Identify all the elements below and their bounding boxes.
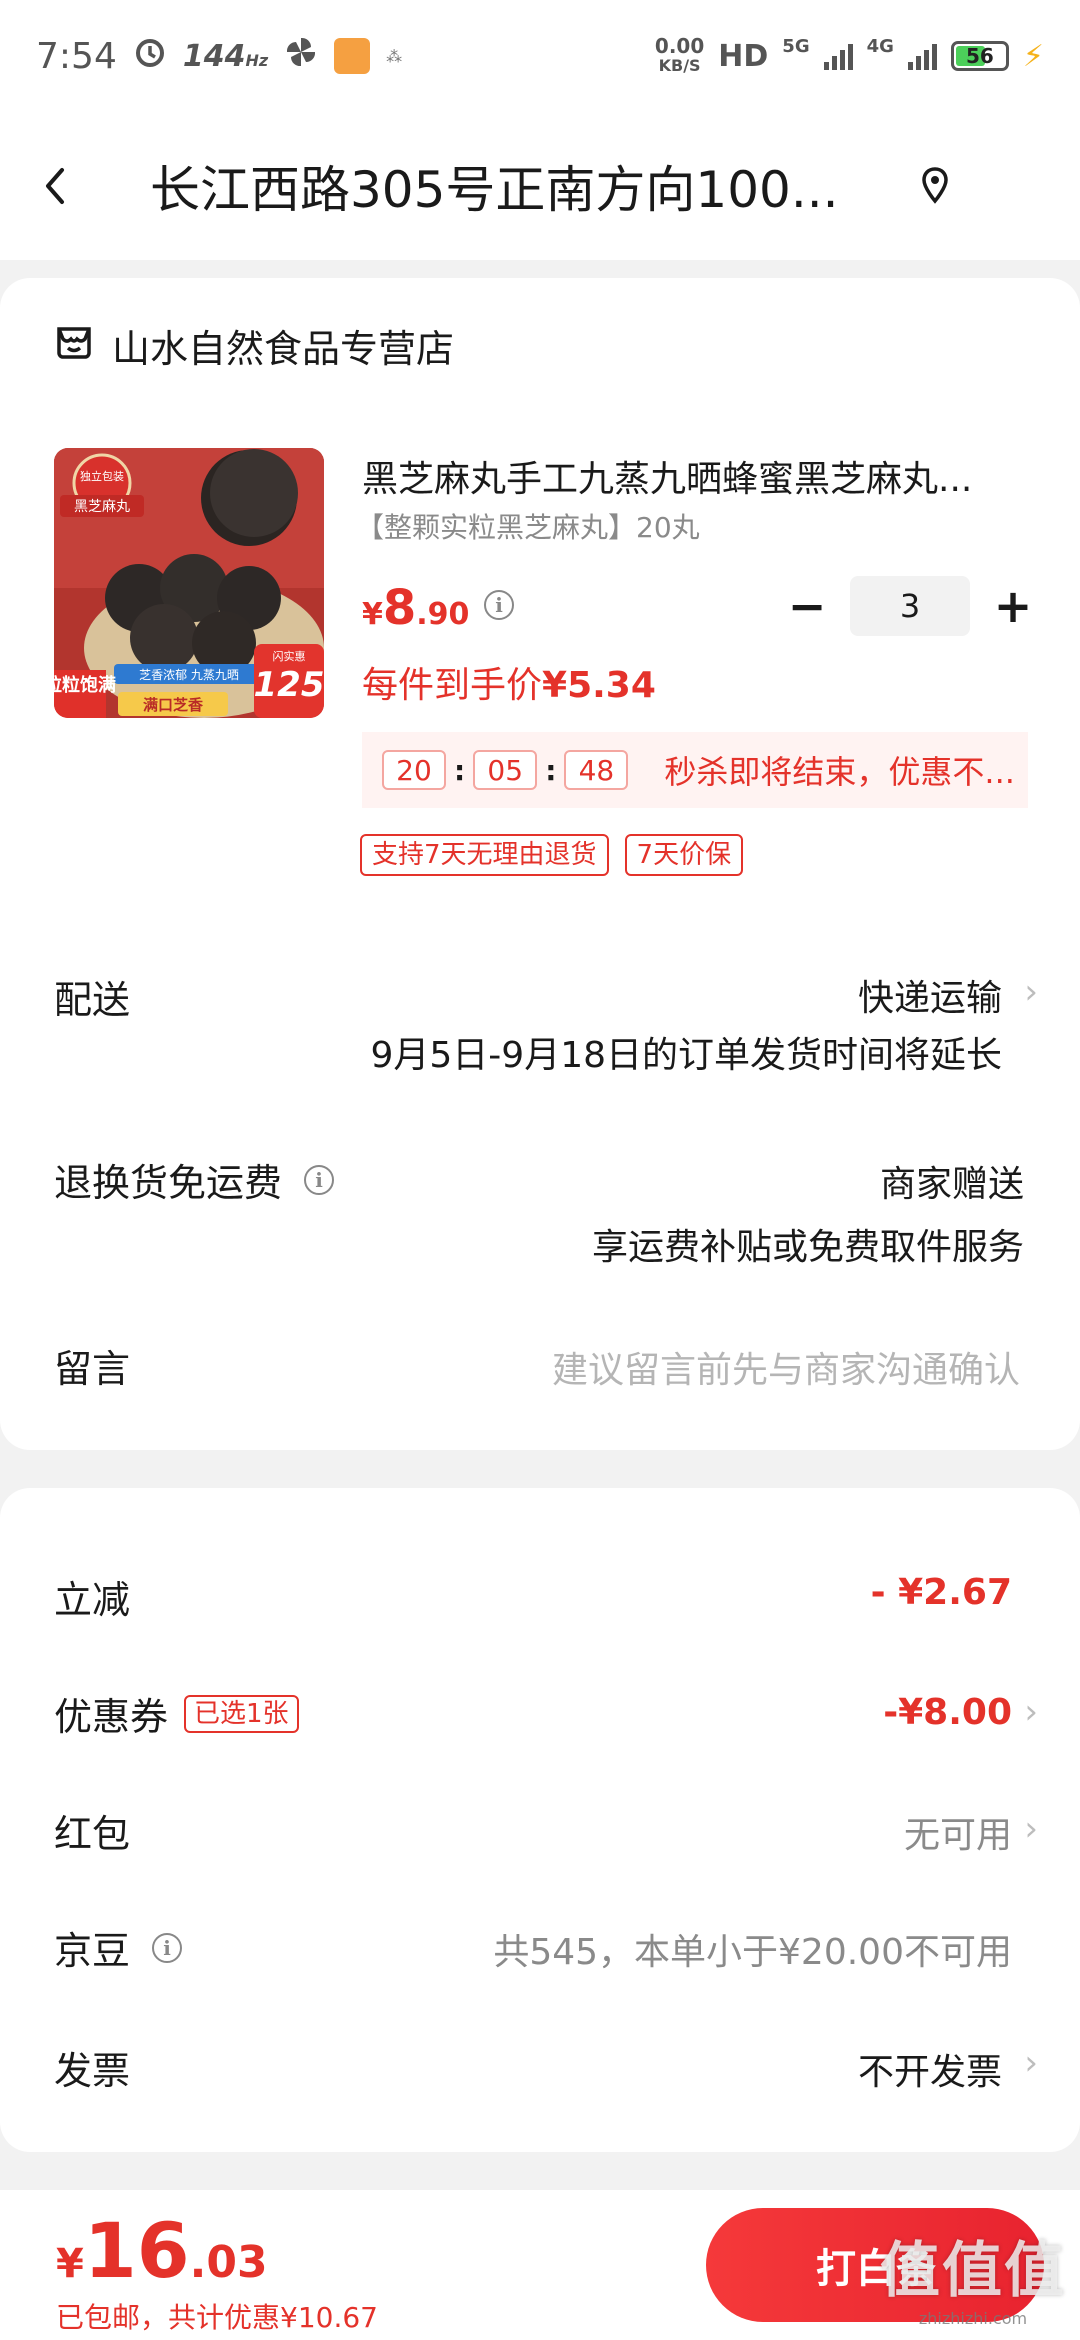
invoice-value[interactable]: 不开发票: [858, 2043, 1002, 2095]
flash-sale-bar: 20 : 05 : 48 秒杀即将结束，优惠不...: [362, 732, 1028, 808]
image-bottom-text: 满口芝香: [143, 696, 203, 714]
jd-beans-label: 京豆 i: [54, 1920, 183, 1975]
red-packet-value[interactable]: 无可用: [904, 1806, 1012, 1858]
image-count-text: 125: [254, 665, 324, 705]
tag-7day-return[interactable]: 支持7天无理由退货: [360, 834, 609, 876]
status-bar: 7:54 144Hz ⁂ 0.00 KB/S HD 5G 4G 56 ⚡: [0, 0, 1080, 112]
delivery-label: 配送: [54, 978, 131, 1022]
image-side-text: 粒粒饱满: [54, 674, 116, 696]
total-note: 已包邮，共计优惠¥10.67: [56, 2301, 378, 2334]
store-row[interactable]: 山水自然食品专营店: [54, 318, 454, 373]
order-item-card: 山水自然食品专营店 独立包装 黑芝麻丸 芝香浓郁 九蒸九晒 粒粒饱满 闪实惠 1…: [0, 278, 1080, 1450]
timer-minutes: 05: [473, 750, 538, 790]
hd-indicator: HD: [718, 38, 769, 74]
signal-dots-icon: ⁂: [386, 46, 403, 66]
instant-discount-label: 立减: [54, 1578, 131, 1622]
product-spec[interactable]: 【整颗实粒黑芝麻丸】20丸: [356, 506, 700, 546]
final-unit-price: 每件到手价¥5.34: [362, 665, 656, 706]
store-name: 山水自然食品专营店: [112, 327, 455, 371]
unit-price: ¥ 8 .90: [362, 580, 470, 636]
delivery-address[interactable]: 长江西路305号正南方向100...: [150, 150, 890, 222]
charging-icon: ⚡: [1022, 38, 1044, 74]
product-title[interactable]: 黑芝麻丸手工九蒸九晒蜂蜜黑芝麻丸...: [362, 450, 1022, 502]
price-info-icon[interactable]: i: [484, 590, 514, 620]
coupon-value[interactable]: -¥8.00: [883, 1692, 1012, 1733]
invoice-chevron-icon[interactable]: ›: [1024, 2043, 1038, 2083]
delivery-note: 9月5日-9月18日的订单发货时间将延长: [370, 1035, 1002, 1076]
delivery-method[interactable]: 快递运输: [858, 969, 1002, 1021]
watermark: 值值值 zhizhizhi.com: [880, 2236, 1066, 2328]
quantity-value[interactable]: 3: [850, 576, 970, 636]
red-packet-chevron-icon[interactable]: ›: [1024, 1809, 1038, 1849]
image-count-label: 闪实惠: [273, 649, 306, 663]
quantity-stepper: − 3 +: [780, 576, 1040, 636]
return-shipping-value: 商家赠送: [879, 1164, 1024, 1205]
red-packet-label: 红包: [54, 1812, 131, 1856]
signal-4g-icon: [907, 42, 937, 70]
back-icon[interactable]: [0, 112, 110, 260]
message-input[interactable]: 建议留言前先与商家沟通确认: [552, 1341, 1020, 1393]
coupon-chevron-icon[interactable]: ›: [1024, 1692, 1038, 1732]
image-banner-text: 芝香浓郁 九蒸九晒: [139, 667, 239, 682]
shopping-app-icon: [334, 38, 371, 74]
signal-5g-icon: [823, 42, 853, 70]
store-icon: [54, 321, 94, 370]
5g-label: 5G: [782, 36, 810, 57]
increase-button[interactable]: +: [986, 576, 1040, 636]
4g-label: 4G: [866, 36, 894, 57]
coupon-selected-badge: 已选1张: [184, 1694, 299, 1733]
image-name-text: 黑芝麻丸: [74, 499, 130, 515]
header: 长江西路305号正南方向100...: [0, 112, 1080, 260]
jd-beans-value: 共545，本单小于¥20.00不可用: [493, 1932, 1012, 1973]
status-time: 7:54: [36, 35, 117, 77]
pinwheel-icon: [284, 35, 318, 78]
message-label: 留言: [54, 1347, 131, 1391]
invoice-label: 发票: [54, 2049, 131, 2093]
timer-seconds: 48: [564, 750, 629, 790]
service-tags: 支持7天无理由退货 7天价保: [360, 834, 744, 876]
instant-discount-value: - ¥2.67: [870, 1572, 1012, 1613]
battery-icon: 56: [950, 41, 1009, 71]
return-shipping-note: 享运费补贴或免费取件服务: [591, 1227, 1024, 1268]
flash-sale-text: 秒杀即将结束，优惠不...: [664, 753, 1015, 791]
product-image[interactable]: 独立包装 黑芝麻丸 芝香浓郁 九蒸九晒 粒粒饱满 闪实惠 125 满口芝香: [54, 448, 324, 718]
timer-hours: 20: [382, 750, 446, 790]
total-price: ¥ 16 .03: [56, 2206, 268, 2295]
return-info-icon[interactable]: i: [304, 1164, 335, 1195]
coupon-label: 优惠券 已选1张: [54, 1686, 299, 1741]
location-pin-icon[interactable]: [920, 166, 950, 206]
image-badge-text: 独立包装: [80, 469, 124, 483]
refresh-rate: 144Hz: [182, 38, 269, 74]
decrease-button[interactable]: −: [780, 576, 834, 636]
return-shipping-label: 退换货免运费 i: [54, 1152, 335, 1207]
delivery-chevron-icon[interactable]: ›: [1024, 972, 1038, 1012]
jd-beans-info-icon[interactable]: i: [152, 1932, 183, 1963]
alarm-icon: [133, 35, 167, 78]
net-speed: 0.00 KB/S: [654, 34, 705, 75]
tag-price-protect[interactable]: 7天价保: [624, 834, 744, 876]
